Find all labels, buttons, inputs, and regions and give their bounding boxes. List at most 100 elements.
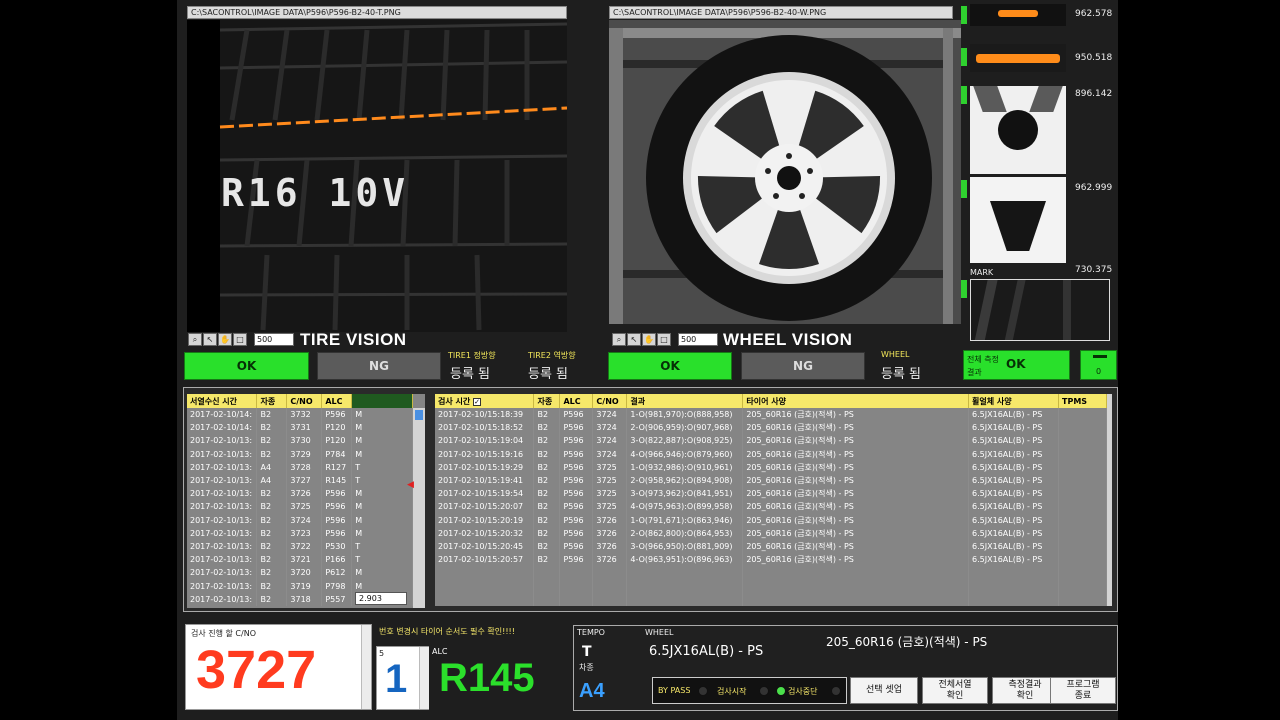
order-check-button[interactable]: 전체서열 확인	[922, 677, 988, 704]
order-row[interactable]: 2017-02-10/13: B2 3725 P596 M	[187, 500, 413, 514]
select-rect-tool-icon[interactable]: □	[233, 333, 247, 346]
sequence-scrollbar[interactable]	[419, 647, 429, 709]
result-row[interactable]: 2017-02-10/15:20:32 B2 P596 3726 2-O(862,800…	[435, 526, 1107, 540]
result-row[interactable]: 2017-02-10/15:20:19 B2 P596 3726 1-O(791,671…	[435, 513, 1107, 527]
result-row-cell: 2017-02-10/15:19:54	[435, 487, 535, 501]
results-col-alc[interactable]: ALC	[559, 394, 594, 408]
results-col-result[interactable]: 결과	[626, 394, 744, 408]
order-col-extra[interactable]	[351, 394, 413, 408]
result-row[interactable]: 2017-02-10/15:19:41 B2 P596 3725 2-O(958,962…	[435, 473, 1107, 488]
tire-image-path: C:\SACONTROL\IMAGE DATA\P596\P596-B2-40-…	[187, 6, 567, 19]
result-row-cell: 205_60R16 (금호)(적색) - PS	[742, 487, 970, 501]
order-row[interactable]: 2017-02-10/13: B2 3720 P612 M	[187, 566, 413, 580]
order-row[interactable]: 2017-02-10/13: B2 3730 P120 M	[187, 434, 413, 448]
result-row[interactable]: 2017-02-10/15:19:54 B2 P596 3725 3-O(973,962…	[435, 487, 1107, 501]
order-row-cell: 3719	[286, 579, 323, 593]
result-row[interactable]: 2017-02-10/15:20:45 B2 P596 3726 3-O(966,950…	[435, 539, 1107, 554]
result-row-empty-cell	[559, 579, 594, 593]
result-row-cell: 205_60R16 (금호)(적색) - PS	[742, 513, 970, 527]
header-checkbox[interactable]: ✓	[473, 397, 482, 406]
result-row[interactable]: 2017-02-10/15:18:39 B2 P596 3724 1-O(981,970…	[435, 408, 1107, 422]
result-row-cell: B2	[533, 500, 561, 514]
result-row-cell: 205_60R16 (금호)(적색) - PS	[742, 434, 970, 448]
order-row[interactable]: 2017-02-10/13: B2 3726 P596 M	[187, 487, 413, 501]
order-row[interactable]: 2017-02-10/13: B2 3724 P596 M	[187, 513, 413, 527]
order-row[interactable]: 2017-02-10/13: A4 3728 R127 T	[187, 460, 413, 474]
results-col-time[interactable]: 검사 시간 ✓	[435, 394, 535, 408]
results-scrollbar[interactable]	[1107, 394, 1112, 606]
results-col-car[interactable]: 자종	[533, 394, 561, 408]
wheel-zoom-input[interactable]: 500	[678, 333, 718, 346]
result-row[interactable]: 2017-02-10/15:19:29 B2 P596 3725 1-O(932,986…	[435, 460, 1107, 474]
result-row-cell: 2017-02-10/15:20:57	[435, 553, 535, 567]
pointer-tool-icon[interactable]: ↖	[203, 333, 217, 346]
thumb-image-4[interactable]	[970, 177, 1066, 263]
thumb-indicator-1	[961, 6, 967, 24]
results-table[interactable]: 검사 시간 ✓ 자종 ALC C/NO 결과 타이어 사양 휠얼체 사양 TPM…	[435, 394, 1112, 606]
order-col-cno[interactable]: C/NO	[286, 394, 323, 408]
exit-program-button[interactable]: 프로그램 종료	[1050, 677, 1116, 704]
bypass-led-icon[interactable]	[698, 686, 708, 696]
select-setup-button[interactable]: 선택 셋업	[850, 677, 918, 704]
result-row-cell: 3726	[592, 526, 628, 540]
order-row[interactable]: 2017-02-10/13: B2 3729 P784 M	[187, 447, 413, 461]
result-row-empty-cell	[533, 592, 561, 606]
result-row-cell: 3-O(973,962):O(841,951)	[626, 487, 744, 501]
pan-tool-icon[interactable]: ✋	[218, 333, 232, 346]
thumb-image-3[interactable]	[970, 86, 1066, 174]
stop-led-icon[interactable]	[776, 686, 786, 696]
order-col-car[interactable]: 자종	[256, 394, 288, 408]
result-row-cell: 2017-02-10/15:19:29	[435, 460, 535, 474]
mark-label: MARK	[970, 268, 994, 277]
order-row-cell: P596	[321, 487, 353, 501]
result-row[interactable]: 2017-02-10/15:18:52 B2 P596 3724 2-O(906,959…	[435, 421, 1107, 435]
order-list-table[interactable]: 서열수신 시간 자종 C/NO ALC 2017-02-10/14: B2 3732…	[187, 394, 425, 608]
order-col-alc[interactable]: ALC	[321, 394, 353, 408]
order-row[interactable]: 2017-02-10/13: B2 3723 P596 M	[187, 526, 413, 540]
order-row-cell: P120	[321, 421, 353, 435]
order-row[interactable]: 2017-02-10/14: B2 3732 P596 M	[187, 408, 413, 422]
result-row-cell: 2-O(958,962):O(894,908)	[626, 473, 744, 488]
wheel-select-rect-tool-icon[interactable]: □	[657, 333, 671, 346]
wheel-zoom-tool-icon[interactable]: ⌕	[612, 333, 626, 346]
order-row[interactable]: 2017-02-10/13: B2 3719 P798 M	[187, 579, 413, 593]
order-list-scrollbar[interactable]	[413, 408, 425, 608]
start-led-icon[interactable]	[759, 686, 769, 696]
result-row[interactable]: 2017-02-10/15:19:04 B2 P596 3724 3-O(822,887…	[435, 434, 1107, 448]
result-check-button[interactable]: 측정결과 확인	[992, 677, 1058, 704]
order-row[interactable]: 2017-02-10/13: B2 3722 P530 T	[187, 539, 413, 554]
order-row-cell: P596	[321, 513, 353, 527]
order-row-cell: P166	[321, 553, 353, 567]
wheel-pan-tool-icon[interactable]: ✋	[642, 333, 656, 346]
cno-value: 3727	[196, 640, 317, 700]
sequence-value: 1	[385, 657, 408, 701]
order-row-cell: T	[351, 460, 413, 474]
order-row[interactable]: 2017-02-10/13: B2 3721 P166 T	[187, 553, 413, 567]
result-row-cell	[1058, 434, 1107, 448]
thumb-image-2[interactable]	[970, 44, 1066, 72]
order-row[interactable]: 2017-02-10/13: A4 3727 R145 T	[187, 473, 413, 488]
wheel-pointer-tool-icon[interactable]: ↖	[627, 333, 641, 346]
order-col-time[interactable]: 서열수신 시간	[187, 394, 258, 408]
result-row[interactable]: 2017-02-10/15:19:16 B2 P596 3724 4-O(966,946…	[435, 447, 1107, 461]
result-row-empty	[435, 579, 1107, 593]
result-row-cell: P596	[559, 421, 594, 435]
thumb-image-1[interactable]	[970, 4, 1066, 26]
result-row-cell: 3725	[592, 487, 628, 501]
result-row-cell: B2	[533, 447, 561, 461]
result-row[interactable]: 2017-02-10/15:20:07 B2 P596 3725 4-O(975,963…	[435, 500, 1107, 514]
results-col-wheel-spec[interactable]: 휠얼체 사양	[968, 394, 1059, 408]
result-row[interactable]: 2017-02-10/15:20:57 B2 P596 3726 4-O(963,951…	[435, 553, 1107, 567]
results-col-tpms[interactable]: TPMS	[1058, 394, 1107, 408]
order-row[interactable]: 2017-02-10/14: B2 3731 P120 M	[187, 421, 413, 435]
results-col-tire-spec[interactable]: 타이어 사양	[742, 394, 970, 408]
zoom-tool-icon[interactable]: ⌕	[188, 333, 202, 346]
order-row-cell: 2017-02-10/13:	[187, 553, 258, 567]
tire-zoom-input[interactable]: 500	[254, 333, 294, 346]
thumb-value-5: 730.375	[1075, 265, 1113, 275]
results-col-cno[interactable]: C/NO	[592, 394, 628, 408]
sequence-box[interactable]: 5 1	[376, 646, 429, 710]
mark-thumb-image[interactable]	[970, 279, 1110, 341]
result-row-cell: P596	[559, 487, 594, 501]
cno-scrollbar[interactable]	[361, 625, 371, 709]
